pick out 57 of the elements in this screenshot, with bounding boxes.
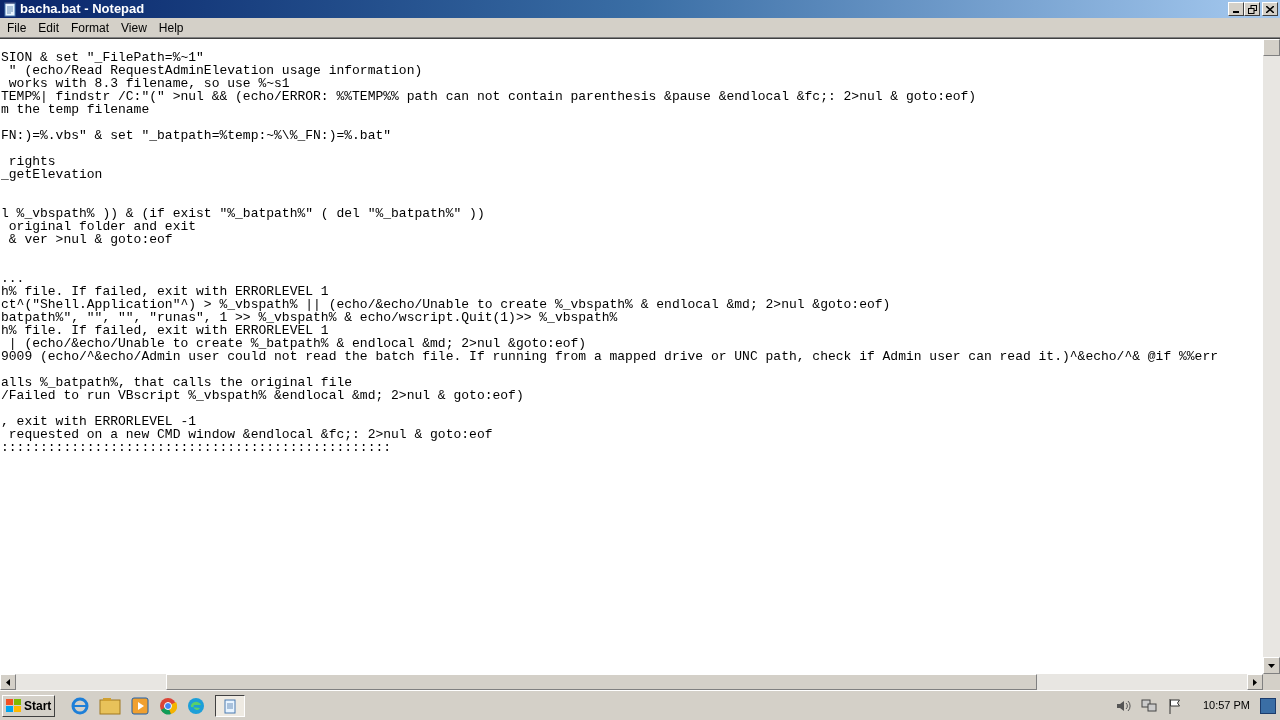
- left-arrow-icon[interactable]: [6, 678, 10, 686]
- chrome-icon[interactable]: [159, 696, 178, 715]
- network-icon[interactable]: [1140, 697, 1157, 714]
- code-line: SION & set "_FilePath=%~1": [1, 50, 204, 65]
- code-line: l %_vbspath% )) & (if exist "%_batpath%" ( del "%_batpath%" )): [1, 206, 485, 221]
- menu-item[interactable]: Help: [152, 18, 190, 37]
- code-line: | (echo/&echo/Unable to create %_batpath% & endlocal &md; 2>nul &goto:eof): [7, 336, 587, 351]
- close-button[interactable]: [1262, 2, 1278, 16]
- code-line: alls %_batpath%, that calls the original file: [1, 375, 353, 390]
- window-title: bacha.bat - Notepad: [20, 0, 145, 19]
- down-arrow-icon[interactable]: [1268, 663, 1275, 668]
- horizontal-scrollbar-thumb[interactable]: [166, 674, 1037, 690]
- media-player-icon[interactable]: [131, 696, 150, 715]
- code-line: ct^("Shell.Application"^) > %_vbspath% || (echo/&echo/Unable to create %_vbspath% & endlocal &md; 2>nul &goto:eof): [1, 297, 891, 312]
- scroll-left-button[interactable]: [0, 674, 16, 690]
- code-line: h% file. If failed, exit with ERRORLEVEL 1: [1, 284, 329, 299]
- vertical-scrollbar[interactable]: [1263, 39, 1280, 674]
- code-line: batpath%", "", "", "runas", 1 >> %_vbspath% & echo/wscript.Quit(1)>> %_vbspath%: [1, 310, 618, 325]
- scroll-down-button[interactable]: [1263, 657, 1280, 674]
- flag-icon[interactable]: [1166, 697, 1183, 714]
- right-arrow-icon[interactable]: [1253, 678, 1257, 686]
- code-line: ::::::::::::::::::::::::::::::::::::::::::::::::::: [1, 440, 392, 455]
- menu-item[interactable]: Edit: [32, 18, 66, 37]
- show-desktop-button[interactable]: [1260, 697, 1276, 714]
- restore-icon: [1247, 4, 1257, 14]
- code-line: , exit with ERRORLEVEL -1: [1, 414, 197, 429]
- notepad-icon: [2, 1, 18, 17]
- code-line: _getElevation: [1, 167, 103, 182]
- code-line: 9009 (echo/^&echo/Admin user could not read the batch file. If running from a mapped drive or UNC path, check if Admin user can read it.)^&echo/^& @if %%err: [1, 349, 1218, 364]
- code-line: FN:)=%.vbs" & set "_batpath=%temp:~%\%_FN:)=%.bat": [1, 128, 392, 143]
- clock[interactable]: 10:57 PM: [1202, 697, 1250, 714]
- code-line: h% file. If failed, exit with ERRORLEVEL 1: [1, 323, 329, 338]
- notepad-icon: [223, 697, 238, 714]
- start-button[interactable]: Start: [2, 694, 56, 717]
- code-line: m the temp filename: [1, 102, 150, 117]
- code-line: TEMP%| findstr /C:"(" >nul && (echo/ERROR: %%TEMP%% path can not contain parenthesis &pause &endlocal &fc;: 2>nul & goto:eof): [1, 89, 977, 104]
- size-grip[interactable]: [1263, 674, 1280, 690]
- code-line: original folder and exit: [7, 219, 197, 234]
- code-line: & ver >nul & goto:eof: [7, 232, 173, 247]
- code-line: requested on a new CMD window &endlocal &fc;: 2>nul & goto:eof: [7, 427, 493, 442]
- code-line: /Failed to run VBscript %_vbspath% &endlocal &md; 2>nul & goto:eof): [1, 388, 524, 403]
- minimize-button[interactable]: [1228, 2, 1244, 16]
- menu-item[interactable]: View: [115, 18, 153, 37]
- menu-item[interactable]: Format: [65, 18, 116, 37]
- internet-explorer-icon[interactable]: [71, 696, 90, 715]
- notepad-taskbar-button[interactable]: [215, 694, 246, 717]
- scroll-right-button[interactable]: [1247, 674, 1263, 690]
- scrollbar-thumb[interactable]: [1263, 39, 1280, 56]
- code-line: ...: [1, 271, 25, 286]
- close-icon: [1266, 5, 1274, 13]
- minimize-icon: [1233, 11, 1239, 13]
- code-line: rights: [8, 154, 56, 169]
- restore-button[interactable]: [1244, 2, 1260, 16]
- windows-logo-icon: [6, 698, 22, 713]
- menu-item[interactable]: File: [1, 18, 33, 37]
- code-line: " (echo/Read RequestAdminElevation usage information): [7, 63, 423, 78]
- code-line: works with 8.3 filename, so use %~s1: [7, 76, 290, 91]
